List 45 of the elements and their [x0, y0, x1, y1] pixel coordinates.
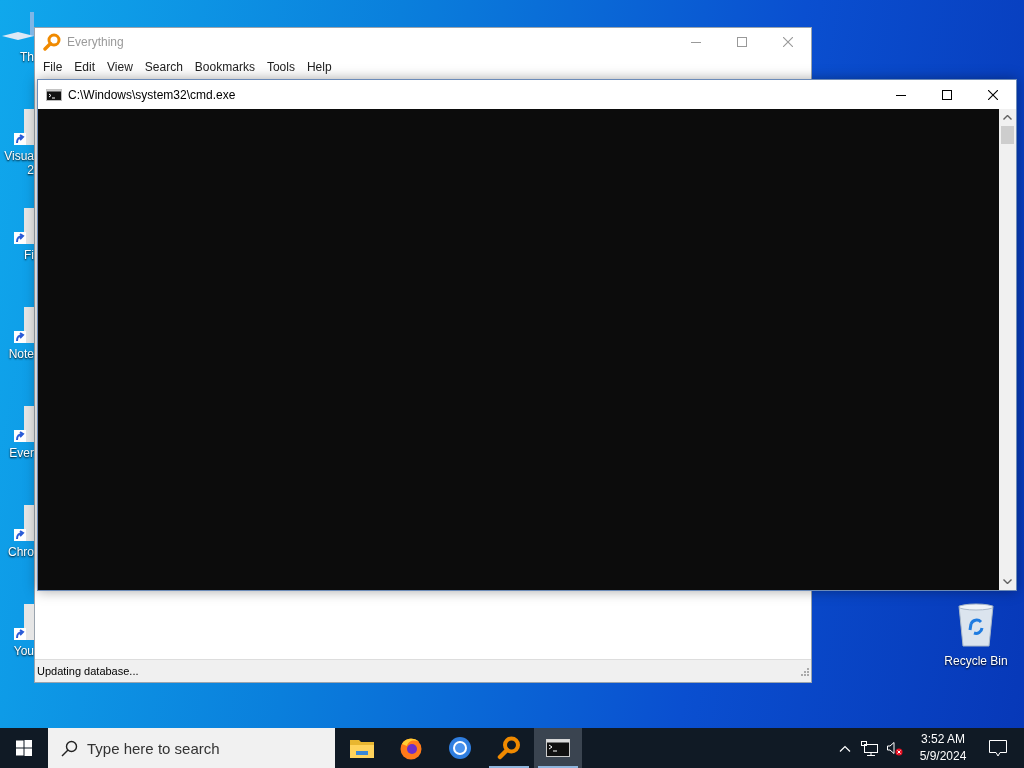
browser-icon	[448, 736, 472, 760]
clock-time: 3:52 AM	[921, 731, 965, 748]
icon-label: Ever	[9, 446, 34, 460]
console-icon	[46, 88, 62, 101]
notification-icon[interactable]	[989, 739, 1007, 757]
magnifier-icon	[43, 33, 61, 51]
maximize-icon	[737, 37, 747, 47]
folder-icon	[350, 738, 374, 758]
menu-item[interactable]: Tools	[260, 60, 301, 74]
icon-label: Chro	[8, 545, 34, 559]
icon-label: Th	[20, 50, 34, 64]
speaker-muted-icon[interactable]	[886, 740, 903, 756]
search-field[interactable]: Type here to search	[48, 728, 335, 768]
menu-item[interactable]: Bookmarks	[188, 60, 261, 74]
network-icon[interactable]	[861, 740, 878, 756]
clock-date: 5/9/2024	[919, 748, 967, 765]
menu-item[interactable]: Edit	[68, 60, 102, 74]
scrollbar[interactable]	[999, 109, 1016, 590]
search-icon	[61, 740, 78, 757]
icon-label: Recycle Bin	[944, 654, 1008, 668]
resize-grip-icon[interactable]	[799, 666, 809, 676]
console-icon	[546, 739, 570, 757]
recycle-bin-icon	[956, 602, 996, 648]
chevron-up-icon[interactable]	[838, 744, 851, 752]
close-icon	[783, 37, 793, 47]
menu-item[interactable]: Search	[138, 60, 189, 74]
window-title: Everything	[67, 35, 125, 49]
menu-item[interactable]: Help	[300, 60, 338, 74]
icon-label: Visua	[4, 149, 34, 163]
menu-item[interactable]: File	[37, 60, 69, 74]
status-text: Updating database...	[37, 665, 139, 677]
maximize-icon	[942, 89, 952, 100]
window-title: C:\Windows\system32\cmd.exe	[68, 87, 237, 102]
close-icon	[988, 89, 998, 100]
icon-label: You	[13, 644, 34, 658]
windows-logo-icon	[16, 740, 32, 756]
menu-item[interactable]: View	[101, 60, 139, 74]
magnifier-icon	[497, 736, 521, 760]
clock[interactable]: 3:52 AM 5/9/2024	[907, 731, 979, 765]
icon-label: Note	[8, 347, 34, 361]
icon-label: 2	[27, 163, 34, 177]
firefox-icon	[399, 736, 423, 760]
icon-label: Fi	[24, 248, 34, 262]
taskbar-app-button[interactable]	[534, 728, 582, 768]
scroll-thumb[interactable]	[1001, 126, 1014, 144]
